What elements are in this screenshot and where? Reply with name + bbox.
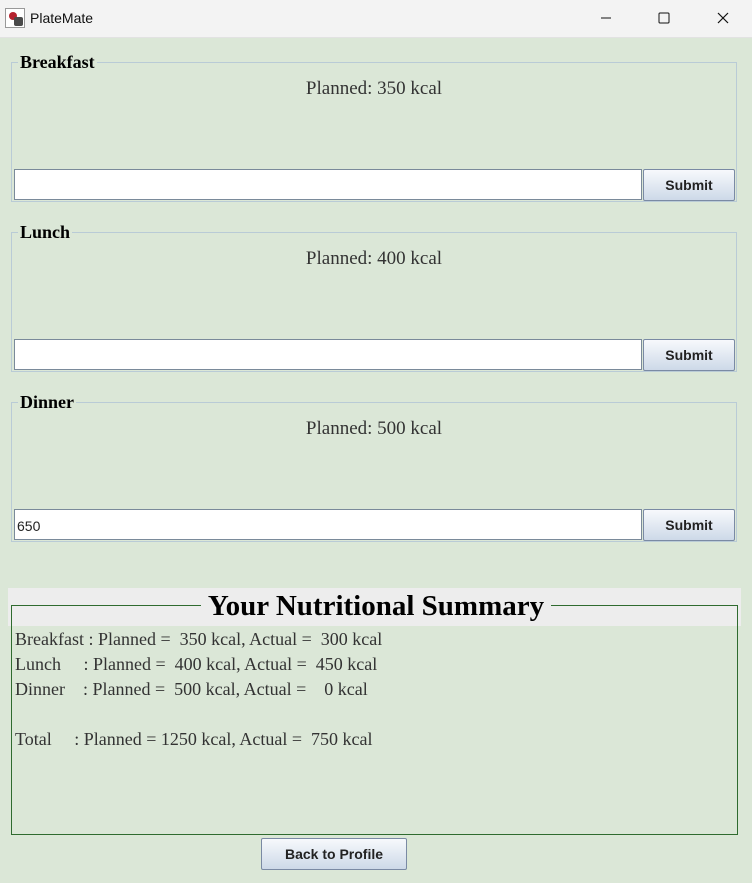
back-to-profile-button[interactable]: Back to Profile: [261, 838, 407, 870]
summary-line-breakfast: Breakfast : Planned = 350 kcal, Actual =…: [15, 629, 383, 649]
summary-line-lunch: Lunch : Planned = 400 kcal, Actual = 450…: [15, 654, 378, 674]
dinner-submit-button[interactable]: Submit: [643, 509, 735, 541]
breakfast-input[interactable]: [14, 169, 642, 200]
minimize-icon: [601, 17, 611, 19]
minimize-button[interactable]: [583, 0, 629, 37]
lunch-planned: Planned: 400 kcal: [305, 248, 443, 269]
window-title: PlateMate: [30, 10, 94, 26]
summary-title: Your Nutritional Summary: [0, 588, 752, 624]
lunch-title: Lunch: [18, 221, 73, 243]
lunch-input[interactable]: [14, 339, 642, 370]
close-button[interactable]: [700, 0, 746, 37]
breakfast-submit-button[interactable]: Submit: [643, 169, 735, 201]
summary-title-text: Your Nutritional Summary: [200, 590, 552, 622]
breakfast-panel: Breakfast Planned: 350 kcal Submit: [11, 51, 737, 202]
summary-line-dinner: Dinner : Planned = 500 kcal, Actual = 0 …: [15, 679, 368, 699]
maximize-icon: [658, 12, 670, 24]
title-bar: PlateMate: [0, 0, 752, 38]
maximize-button[interactable]: [641, 0, 687, 37]
breakfast-title: Breakfast: [18, 51, 97, 73]
platemate-app-icon: [5, 8, 25, 28]
lunch-submit-button[interactable]: Submit: [643, 339, 735, 371]
close-icon: [717, 12, 729, 24]
dinner-title: Dinner: [18, 391, 76, 413]
dinner-input[interactable]: [14, 509, 642, 540]
breakfast-planned: Planned: 350 kcal: [305, 78, 443, 99]
summary-line-total: Total : Planned = 1250 kcal, Actual = 75…: [15, 729, 373, 749]
dinner-panel: Dinner Planned: 500 kcal Submit: [11, 391, 737, 542]
summary-text: Breakfast : Planned = 350 kcal, Actual =…: [15, 627, 382, 752]
lunch-panel: Lunch Planned: 400 kcal Submit: [11, 221, 737, 372]
dinner-planned: Planned: 500 kcal: [305, 418, 443, 439]
